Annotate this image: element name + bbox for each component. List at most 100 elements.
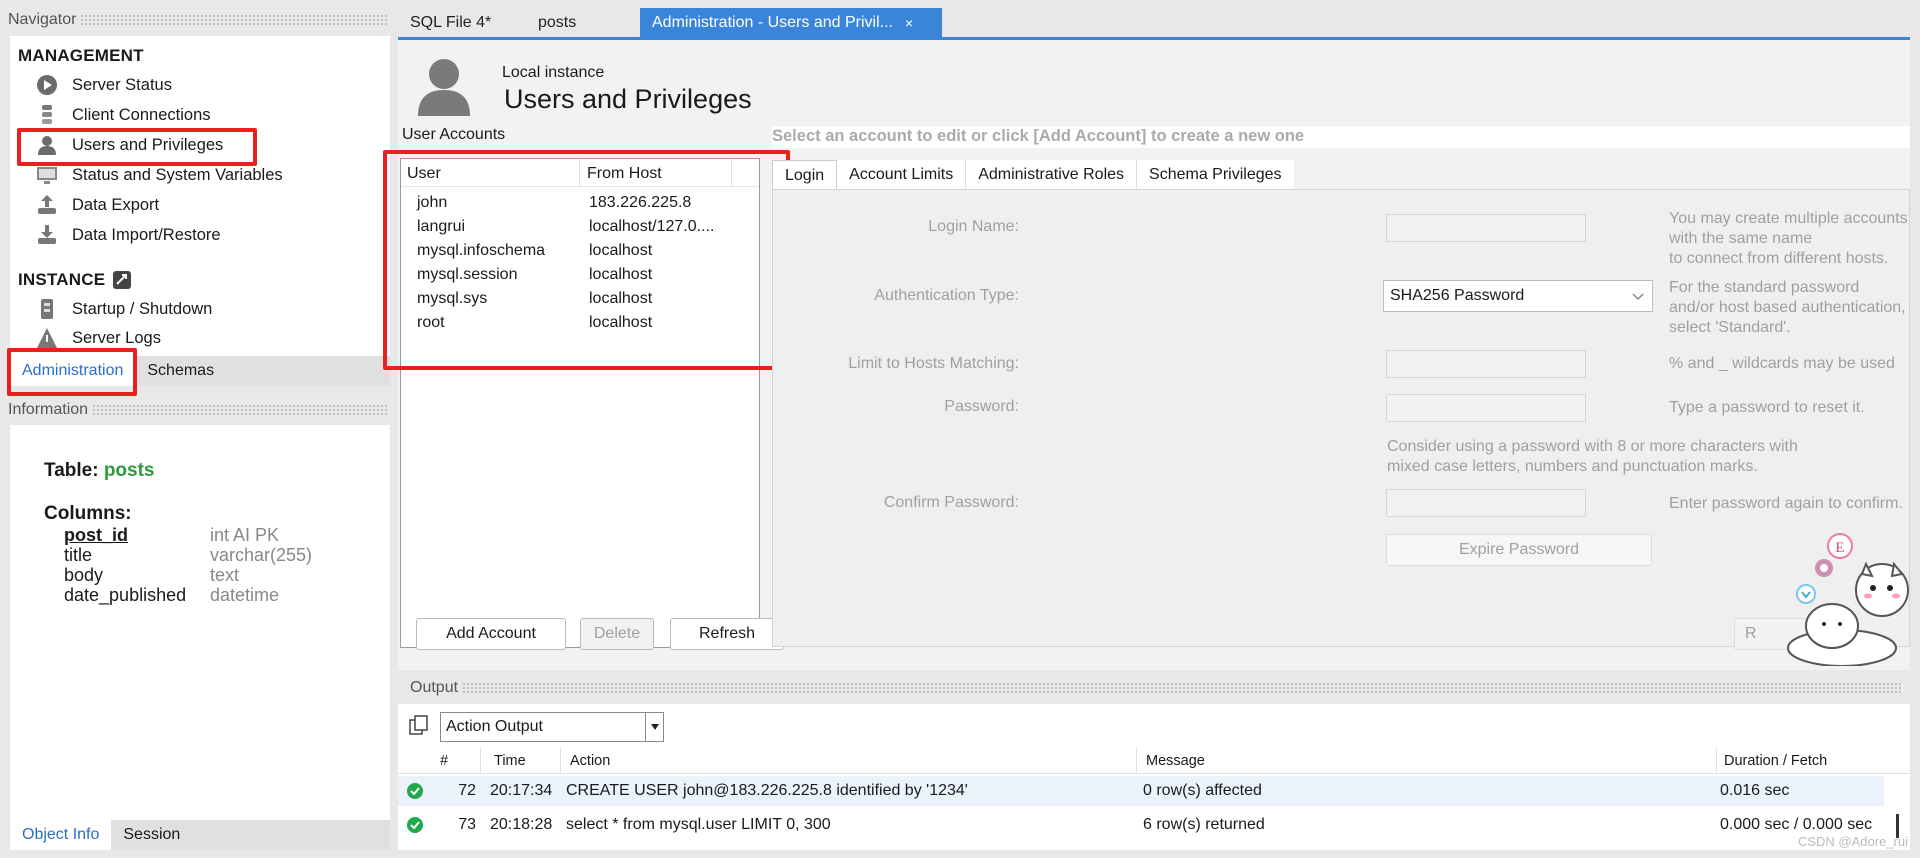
- nav-item-label: Client Connections: [72, 105, 211, 124]
- auth-type-select[interactable]: SHA256 Password: [1383, 280, 1653, 312]
- highlight-users-privileges: [17, 128, 257, 166]
- navigator-title: Navigator: [8, 11, 77, 28]
- import-icon: [36, 224, 58, 246]
- tab-administration-users[interactable]: Administration - Users and Privil... ×: [640, 8, 942, 38]
- nav-item-server-logs[interactable]: Server Logs: [36, 326, 161, 350]
- auth-type-hint: For the standard password and/or host ba…: [1669, 279, 1906, 336]
- success-icon: [406, 816, 424, 834]
- sticker-letter: E: [1835, 540, 1844, 556]
- login-name-label: Login Name:: [928, 218, 1019, 235]
- tab-session[interactable]: Session: [111, 820, 192, 850]
- login-form: Login Name: You may create multiple acco…: [772, 189, 1910, 647]
- hosts-label: Limit to Hosts Matching:: [848, 355, 1019, 372]
- nav-item-label: Server Status: [72, 75, 172, 94]
- navigator-box: MANAGEMENT Server Status Client Connecti…: [10, 36, 390, 356]
- export-icon: [36, 194, 58, 216]
- expire-password-button[interactable]: Expire Password: [1386, 534, 1652, 566]
- tab-object-info[interactable]: Object Info: [10, 820, 112, 850]
- instance-settings-icon[interactable]: [113, 271, 132, 289]
- information-box: Table: posts Columns: post_id title body…: [10, 425, 390, 820]
- column-name: title: [64, 545, 93, 565]
- output-col-action[interactable]: Action: [570, 753, 610, 769]
- output-type-select[interactable]: Action Output: [440, 712, 664, 742]
- tab-label: SQL File 4*: [410, 14, 492, 31]
- client-connections-icon: [36, 104, 58, 126]
- password-label: Password:: [944, 398, 1019, 415]
- nav-item-data-export[interactable]: Data Export: [36, 192, 159, 218]
- instance-title: INSTANCE: [18, 270, 106, 289]
- column-type: datetime: [210, 585, 280, 605]
- nav-item-label: Startup / Shutdown: [72, 299, 213, 318]
- password-field[interactable]: [1386, 394, 1586, 422]
- watermark: CSDN @Adore_rui: [1797, 834, 1908, 849]
- auth-type-label: Authentication Type:: [874, 287, 1019, 304]
- tab-account-limits[interactable]: Account Limits: [837, 160, 967, 190]
- close-icon[interactable]: ×: [905, 15, 913, 31]
- nav-item-label: Server Logs: [72, 328, 161, 347]
- output-col-num[interactable]: #: [440, 753, 448, 769]
- cat-sticker-image: E: [1744, 526, 1910, 667]
- tab-posts[interactable]: posts: [530, 8, 640, 38]
- output-col-time[interactable]: Time: [494, 753, 526, 769]
- detail-tabs: Login Account Limits Administrative Role…: [772, 160, 1294, 190]
- monitor-icon: [36, 164, 58, 186]
- hosts-field[interactable]: [1386, 350, 1586, 378]
- nav-item-data-import[interactable]: Data Import/Restore: [36, 222, 221, 248]
- nav-item-server-status[interactable]: Server Status: [36, 72, 172, 98]
- table-row[interactable]: 72 20:17:34 CREATE USER john@183.226.225…: [398, 776, 1884, 806]
- column-name: date_published: [64, 585, 187, 605]
- table-name: posts: [103, 460, 155, 481]
- editor-tab-bar: SQL File 4* posts Administration - Users…: [398, 8, 1910, 38]
- column-name: body: [64, 565, 104, 585]
- table-info: Table: posts: [44, 460, 155, 482]
- login-name-hint: You may create multiple accounts with th…: [1669, 210, 1908, 267]
- column-name: post_id: [64, 525, 129, 545]
- column-types: int AI PK varchar(255) text datetime: [210, 525, 312, 605]
- password-hint: Type a password to reset it.: [1669, 399, 1865, 416]
- tab-schema-privileges[interactable]: Schema Privileges: [1137, 160, 1294, 190]
- tab-sql-file[interactable]: SQL File 4*: [398, 8, 530, 38]
- user-avatar-icon: [412, 52, 476, 116]
- refresh-button[interactable]: Refresh: [670, 618, 784, 650]
- confirm-password-label: Confirm Password:: [883, 494, 1019, 511]
- navigator-header: Navigator: [0, 8, 396, 32]
- column-type: text: [210, 565, 240, 585]
- row-message: 6 row(s) returned: [1143, 816, 1265, 833]
- output-col-message[interactable]: Message: [1146, 753, 1205, 769]
- tab-schemas[interactable]: Schemas: [135, 356, 226, 386]
- server-status-icon: [36, 74, 58, 96]
- management-title: MANAGEMENT: [18, 46, 144, 65]
- copy-icon[interactable]: [408, 714, 430, 736]
- tab-label: Administration - Users and Privil...: [652, 14, 893, 31]
- highlight-administration-tab: [7, 348, 137, 396]
- nav-item-label: Status and System Variables: [72, 165, 283, 184]
- confirm-password-hint: Enter password again to confirm.: [1669, 495, 1903, 512]
- row-num: 73: [458, 816, 476, 833]
- nav-item-startup-shutdown[interactable]: Startup / Shutdown: [36, 296, 212, 322]
- tab-login[interactable]: Login: [772, 160, 838, 190]
- warning-icon: [36, 327, 58, 349]
- info-tabs: Object Info Session: [10, 820, 390, 850]
- row-duration: 0.016 sec: [1720, 782, 1790, 799]
- tab-administrative-roles[interactable]: Administrative Roles: [966, 160, 1138, 190]
- login-name-field[interactable]: [1386, 214, 1586, 242]
- confirm-password-field[interactable]: [1386, 489, 1586, 517]
- output-panel: Action Output # Time Action Message Dura…: [398, 704, 1910, 850]
- auth-type-value: SHA256 Password: [1390, 287, 1525, 304]
- output-title: Output: [410, 679, 459, 696]
- delete-button[interactable]: Delete: [580, 618, 654, 650]
- row-action: CREATE USER john@183.226.225.8 identifie…: [566, 782, 968, 799]
- account-prompt: Select an account to edit or click [Add …: [772, 127, 1305, 145]
- startup-icon: [36, 298, 58, 320]
- row-duration: 0.000 sec / 0.000 sec: [1720, 816, 1873, 833]
- output-col-duration[interactable]: Duration / Fetch: [1724, 753, 1827, 769]
- password-advice: Consider using a password with 8 or more…: [1387, 438, 1798, 475]
- nav-item-client-connections[interactable]: Client Connections: [36, 102, 211, 128]
- dropdown-arrow-icon: [645, 713, 663, 741]
- information-title: Information: [8, 401, 89, 418]
- user-accounts-title: User Accounts: [402, 126, 506, 143]
- add-account-button[interactable]: Add Account: [416, 618, 566, 650]
- instance-subtitle: Local instance: [502, 64, 605, 81]
- table-label: Table:: [44, 460, 99, 481]
- table-row[interactable]: 73 20:18:28 select * from mysql.user LIM…: [398, 810, 1884, 840]
